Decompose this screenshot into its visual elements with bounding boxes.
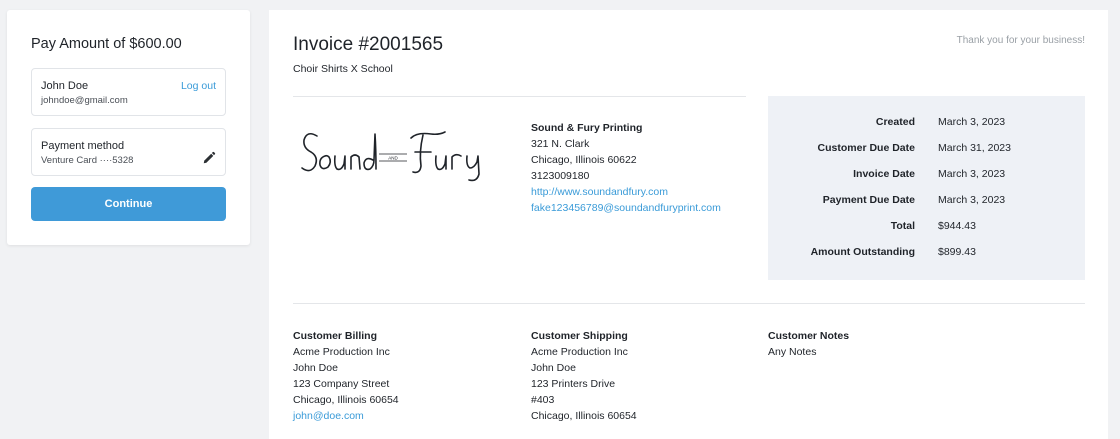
summary-label: Total — [890, 220, 915, 232]
company-name: Sound & Fury Printing — [531, 122, 643, 134]
summary-value: March 3, 2023 — [938, 168, 1006, 180]
company-city: Chicago, Illinois 60622 — [531, 154, 637, 166]
pencil-icon[interactable] — [202, 151, 216, 165]
summary-label: Payment Due Date — [822, 194, 915, 206]
pay-amount-title: Pay Amount of $600.00 — [31, 36, 182, 52]
billing-name: John Doe — [293, 362, 338, 374]
sound-and-fury-logo: AND — [301, 131, 480, 182]
summary-label: Customer Due Date — [817, 142, 915, 154]
invoice-title: Invoice #2001565 — [293, 34, 444, 55]
summary-row-invoice-date: Invoice Date March 3, 2023 — [768, 168, 1085, 184]
user-name: John Doe — [41, 80, 89, 92]
summary-value: $944.43 — [938, 220, 976, 232]
billing-company: Acme Production Inc — [293, 346, 390, 358]
shipping-heading: Customer Shipping — [531, 330, 628, 342]
payment-method-box[interactable]: Payment method Venture Card ····5328 — [31, 128, 226, 176]
summary-label: Created — [875, 116, 915, 128]
user-email: johndoe@gmail.com — [41, 95, 128, 106]
shipping-name: John Doe — [531, 362, 576, 374]
invoice-subtitle: Choir Shirts X School — [293, 63, 393, 75]
company-phone: 3123009180 — [531, 170, 590, 182]
billing-email-link[interactable]: john@doe.com — [293, 410, 364, 422]
invoice-summary: Created March 3, 2023 Customer Due Date … — [768, 96, 1085, 280]
svg-text:AND: AND — [388, 156, 398, 161]
billing-street: 123 Company Street — [293, 378, 390, 390]
notes-heading: Customer Notes — [768, 330, 850, 342]
summary-row-customer-due-date: Customer Due Date March 31, 2023 — [768, 142, 1085, 158]
invoice-panel: Invoice #2001565 Choir Shirts X School T… — [269, 10, 1108, 439]
notes-text: Any Notes — [768, 346, 817, 358]
company-email-link[interactable]: fake123456789@soundandfuryprint.com — [531, 202, 721, 214]
summary-row-total: Total $944.43 — [768, 220, 1085, 236]
payment-method-title: Payment method — [41, 140, 125, 152]
divider — [293, 303, 1085, 304]
company-website-link[interactable]: http://www.soundandfury.com — [531, 186, 668, 198]
shipping-street: 123 Printers Drive — [531, 378, 616, 390]
shipping-city: Chicago, Illinois 60654 — [531, 410, 637, 422]
payment-method-value: Venture Card ····5328 — [41, 155, 134, 166]
payment-card: Pay Amount of $600.00 John Doe johndoe@g… — [7, 10, 250, 245]
summary-row-amount-outstanding: Amount Outstanding $899.43 — [768, 246, 1085, 262]
customer-notes: Customer Notes Any Notes — [768, 328, 849, 360]
company-street: 321 N. Clark — [531, 138, 590, 150]
summary-value: March 3, 2023 — [938, 116, 1006, 128]
continue-button[interactable]: Continue — [31, 187, 226, 221]
summary-label: Invoice Date — [853, 168, 915, 180]
summary-value: $899.43 — [938, 246, 976, 258]
shipping-unit: #403 — [531, 394, 555, 406]
summary-value: March 3, 2023 — [938, 194, 1006, 206]
logout-link[interactable]: Log out — [181, 80, 216, 92]
company-info: Sound & Fury Printing 321 N. Clark Chica… — [531, 120, 721, 216]
billing-city: Chicago, Illinois 60654 — [293, 394, 399, 406]
customer-billing: Customer Billing Acme Production Inc Joh… — [293, 328, 399, 424]
summary-row-created: Created March 3, 2023 — [768, 116, 1085, 132]
summary-row-payment-due-date: Payment Due Date March 3, 2023 — [768, 194, 1085, 210]
billing-heading: Customer Billing — [293, 330, 378, 342]
customer-shipping: Customer Shipping Acme Production Inc Jo… — [531, 328, 637, 424]
shipping-company: Acme Production Inc — [531, 346, 628, 358]
summary-label: Amount Outstanding — [810, 246, 915, 258]
divider — [293, 96, 746, 97]
thank-you-note: Thank you for your business! — [956, 35, 1085, 46]
summary-value: March 31, 2023 — [938, 142, 1011, 154]
user-info-box: John Doe johndoe@gmail.com Log out — [31, 68, 226, 116]
